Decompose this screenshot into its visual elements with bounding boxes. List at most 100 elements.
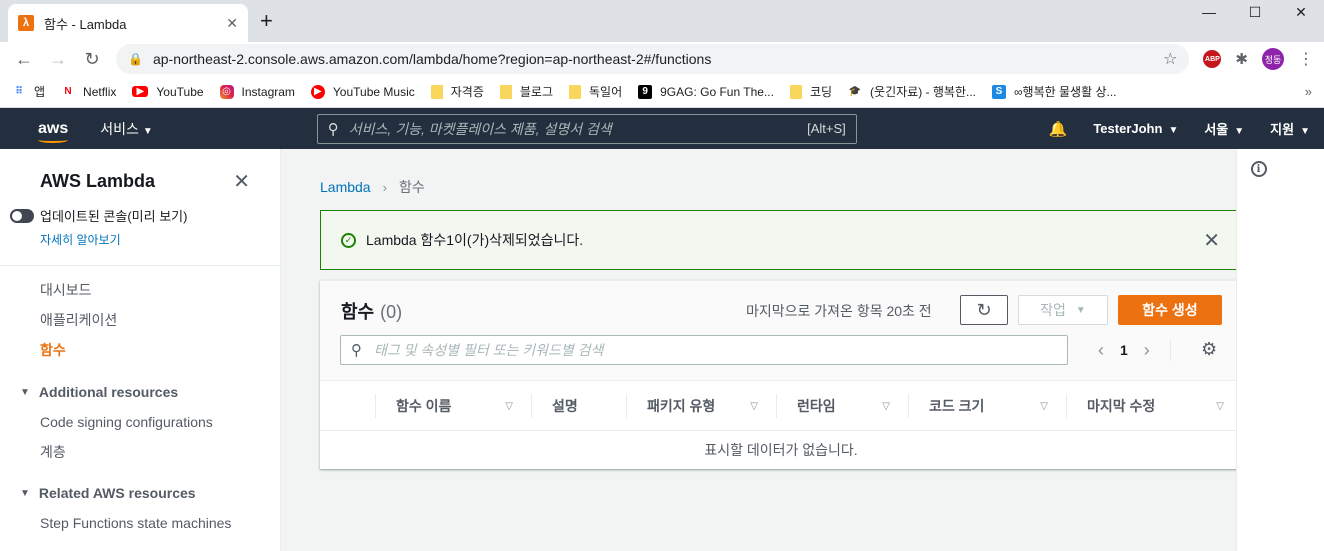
address-bar[interactable]: 🔒 ap-northeast-2.console.aws.amazon.com/… <box>116 44 1190 74</box>
bookmark-folder-certificates[interactable]: 자격증 <box>430 83 484 100</box>
sort-caret-icon[interactable]: ▽ <box>1216 401 1224 412</box>
extensions-area: ABP ✱ 정동 ⋮ <box>1203 48 1314 70</box>
functions-panel-title: 함수 (0) <box>341 302 403 322</box>
previous-page-icon[interactable]: ‹ <box>1098 340 1104 361</box>
sidebar-item-functions[interactable]: 함수 <box>0 335 280 365</box>
sidebar-item-dashboard[interactable]: 대시보드 <box>0 275 280 305</box>
user-menu[interactable]: TesterJohn ▼ <box>1093 121 1178 136</box>
adblock-plus-icon[interactable]: ABP <box>1203 50 1222 68</box>
sort-caret-icon[interactable]: ▽ <box>1040 401 1048 412</box>
bookmark-folder-coding[interactable]: 코딩 <box>789 83 832 100</box>
aws-header-right: 🔔 TesterJohn ▼ 서울 ▼ 지원 ▼ <box>1049 119 1310 138</box>
sidebar-section-related-aws-resources[interactable]: ▼ Related AWS resources <box>0 478 280 508</box>
functions-count: (0) <box>380 302 403 322</box>
column-header-function-name[interactable]: 함수 이름 ▽ <box>375 381 531 431</box>
s-icon: S <box>992 84 1006 99</box>
back-arrow-icon[interactable]: ← <box>10 49 38 70</box>
minimize-icon[interactable]: — <box>1186 0 1232 24</box>
actions-dropdown-button[interactable]: 작업 ▼ <box>1018 295 1108 325</box>
column-header-package-type[interactable]: 패키지 유형 ▽ <box>626 381 776 431</box>
browser-tab[interactable]: λ 함수 - Lambda ✕ <box>8 4 248 42</box>
youtube-music-icon: ▶ <box>310 84 325 99</box>
profile-avatar[interactable]: 정동 <box>1262 48 1284 70</box>
close-window-icon[interactable]: ✕ <box>1278 0 1324 24</box>
services-menu[interactable]: 서비스 ▼ <box>100 119 153 139</box>
lock-icon[interactable]: 🔒 <box>128 52 143 66</box>
column-header-code-size[interactable]: 코드 크기 ▽ <box>908 381 1066 431</box>
next-page-icon[interactable]: › <box>1144 340 1150 361</box>
caret-down-icon: ▼ <box>1234 126 1245 137</box>
bookmark-folder-german[interactable]: 독일어 <box>568 83 622 100</box>
close-tab-icon[interactable]: ✕ <box>226 15 238 32</box>
bookmark-folder-blog[interactable]: 블로그 <box>499 83 553 100</box>
sort-caret-icon[interactable]: ▽ <box>505 401 513 412</box>
create-function-button[interactable]: 함수 생성 <box>1118 295 1222 325</box>
sidebar-section-additional-resources[interactable]: ▼ Additional resources <box>0 377 280 407</box>
pager-divider <box>1169 339 1171 361</box>
chevron-right-icon: › <box>382 179 387 195</box>
success-flash-message: ✓ Lambda 함수1이(가)삭제되었습니다. ✕ <box>320 210 1241 270</box>
current-page-number[interactable]: 1 <box>1120 342 1128 358</box>
bookmark-netflix[interactable]: N Netflix <box>61 85 116 99</box>
sidebar-item-code-signing[interactable]: Code signing configurations <box>0 407 280 437</box>
bookmark-youtube-music[interactable]: ▶ YouTube Music <box>310 84 415 99</box>
region-menu[interactable]: 서울 ▼ <box>1204 119 1244 138</box>
aws-logo[interactable]: aws <box>38 120 68 143</box>
new-tab-button[interactable]: + <box>260 8 273 34</box>
bookmark-instagram[interactable]: ◎ Instagram <box>219 84 295 99</box>
bookmark-apps[interactable]: ⠿ 앱 <box>12 83 45 100</box>
sidebar-item-layers[interactable]: 계층 <box>0 437 280 467</box>
aws-search-placeholder: 서비스, 기능, 마켓플레이스 제품, 설명서 검색 <box>348 120 612 137</box>
functions-filter-input[interactable]: ⚲ 태그 및 속성별 필터 또는 키워드별 검색 <box>340 335 1068 365</box>
breadcrumb-lambda-link[interactable]: Lambda <box>320 179 371 195</box>
close-sidebar-icon[interactable]: ✕ <box>233 169 250 194</box>
reload-icon[interactable]: ↻ <box>78 49 106 70</box>
help-panel-rail: i <box>1236 149 1280 551</box>
sort-caret-icon[interactable]: ▽ <box>882 401 890 412</box>
search-shortcut: [Alt+S] <box>807 121 846 136</box>
bookmark-star-icon[interactable]: ☆ <box>1163 49 1177 69</box>
pagination: ‹ 1 › <box>1098 339 1171 361</box>
breadcrumb: Lambda › 함수 <box>320 177 425 197</box>
youtube-icon: ▶ <box>132 86 149 97</box>
filter-placeholder: 태그 및 속성별 필터 또는 키워드별 검색 <box>374 342 604 358</box>
hat-icon: 🎓 <box>848 86 862 97</box>
support-menu[interactable]: 지원 ▼ <box>1270 119 1310 138</box>
learn-more-link[interactable]: 자세히 알아보기 <box>40 231 280 248</box>
maximize-icon[interactable]: ☐ <box>1232 0 1278 24</box>
success-check-icon: ✓ <box>341 232 356 248</box>
browser-menu-icon[interactable]: ⋮ <box>1298 49 1314 69</box>
sort-caret-icon[interactable]: ▽ <box>750 401 758 412</box>
url-text[interactable]: ap-northeast-2.console.aws.amazon.com/la… <box>153 51 1163 67</box>
folder-icon <box>568 84 581 99</box>
folder-icon <box>499 84 512 99</box>
refresh-button[interactable]: ↻ <box>960 295 1008 325</box>
caret-down-icon: ▼ <box>1168 125 1179 136</box>
flash-message-text: Lambda 함수1이(가)삭제되었습니다. <box>366 232 584 248</box>
preview-console-toggle[interactable]: 업데이트된 콘솔(미리 보기) <box>10 206 280 225</box>
sidebar-item-applications[interactable]: 애플리케이션 <box>0 305 280 335</box>
aws-search-box[interactable]: ⚲ 서비스, 기능, 마켓플레이스 제품, 설명서 검색 [Alt+S] <box>316 113 857 144</box>
bookmark-youtube[interactable]: ▶ YouTube <box>132 85 204 99</box>
toggle-switch[interactable] <box>10 208 34 223</box>
column-header-runtime[interactable]: 런타임 ▽ <box>776 381 908 431</box>
caret-down-icon: ▼ <box>1300 126 1310 137</box>
notification-bell-icon[interactable]: 🔔 <box>1049 120 1068 138</box>
column-header-description[interactable]: 설명 <box>531 381 626 431</box>
dismiss-flash-icon[interactable]: ✕ <box>1203 228 1220 253</box>
bookmark-funny[interactable]: 🎓 (웃긴자료) - 행복한... <box>848 83 976 100</box>
column-header-last-modified[interactable]: 마지막 수정 ▽ <box>1066 381 1242 431</box>
sidebar-header: AWS Lambda ✕ <box>0 149 280 194</box>
console-layout: AWS Lambda ✕ 업데이트된 콘솔(미리 보기) 자세히 알아보기 대시… <box>0 149 1324 551</box>
last-fetched-text: 마지막으로 가져온 항목 20초 전 <box>746 303 932 319</box>
sidebar-item-step-functions[interactable]: Step Functions state machines <box>0 508 280 538</box>
info-icon[interactable]: i <box>1250 161 1267 177</box>
sidebar-title[interactable]: AWS Lambda <box>40 171 155 192</box>
table-preferences-gear-icon[interactable]: ⚙ <box>1201 339 1217 360</box>
bookmark-9gag[interactable]: 9 9GAG: Go Fun The... <box>638 84 774 99</box>
bookmark-aquarium[interactable]: S ∞행복한 물생활 상... <box>992 83 1117 100</box>
extensions-puzzle-icon[interactable]: ✱ <box>1235 50 1248 68</box>
browser-tab-strip: λ 함수 - Lambda ✕ + — ☐ ✕ <box>0 0 1324 42</box>
forward-arrow-icon[interactable]: → <box>44 49 72 70</box>
bookmarks-overflow-icon[interactable]: » <box>1305 84 1312 99</box>
